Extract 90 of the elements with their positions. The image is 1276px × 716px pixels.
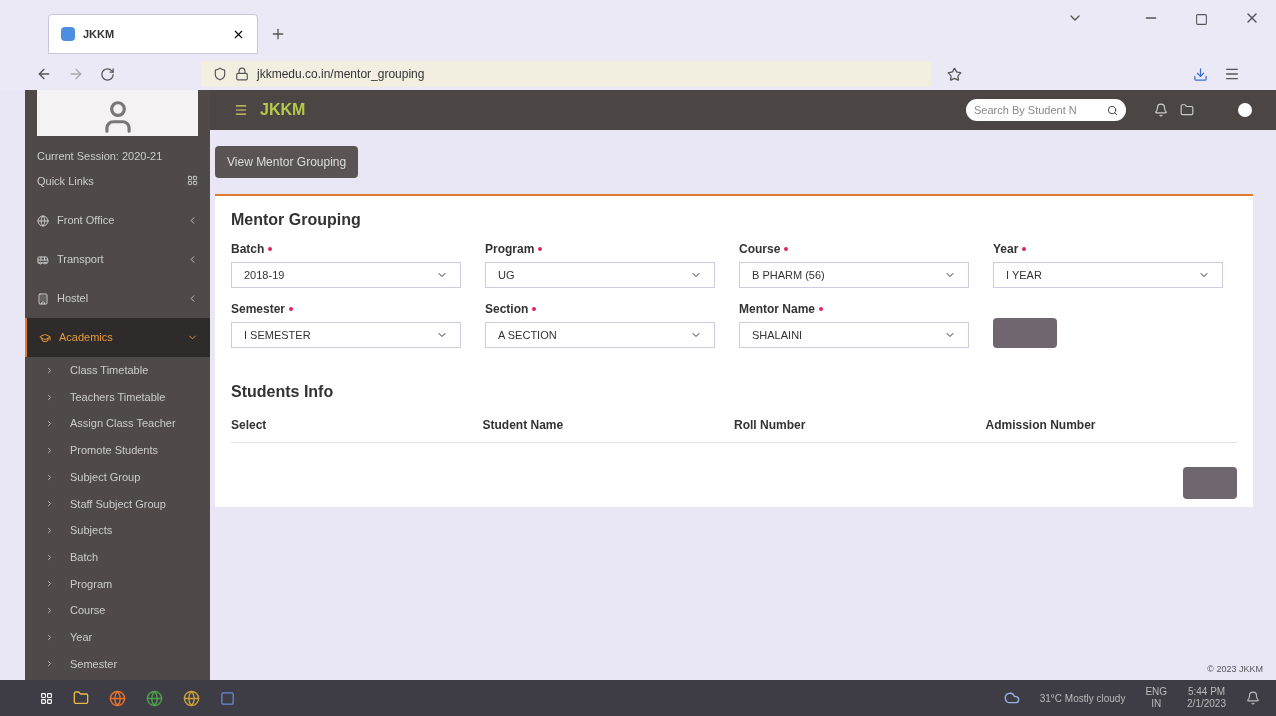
sidebar-subitem[interactable]: Class Timetable <box>25 357 210 384</box>
browser-icon[interactable] <box>146 689 163 707</box>
field-label: Program <box>485 241 535 258</box>
sidebar-subitem[interactable]: Subjects <box>25 517 210 544</box>
column-header: Roll Number <box>734 417 807 434</box>
sidebar-subitem[interactable]: Program <box>25 570 210 598</box>
column-header: Admission Number <box>985 417 1097 434</box>
select-field[interactable]: UG <box>485 262 715 288</box>
sidebar-subitem[interactable]: Promote Students <box>25 437 210 464</box>
lock-icon <box>235 67 249 81</box>
tab-title: JKKM <box>83 26 116 42</box>
new-tab-icon[interactable] <box>270 26 286 42</box>
chevron-right-icon <box>45 659 54 669</box>
clock-date: 2/1/2023 <box>1187 698 1226 711</box>
column-header: Select <box>231 417 268 434</box>
chevron-right-icon <box>45 552 54 562</box>
browser-icon[interactable] <box>183 689 200 707</box>
field-label: Year <box>993 241 1019 258</box>
shield-icon <box>213 67 227 81</box>
select-field[interactable]: A SECTION <box>485 322 715 348</box>
menu-icon[interactable] <box>234 103 248 117</box>
clock-time: 5:44 PM <box>1187 685 1226 698</box>
graduation-cap-icon <box>39 331 51 344</box>
sidebar-item[interactable]: Hostel <box>25 279 210 318</box>
search-field[interactable]: Search By Student N <box>966 99 1126 121</box>
user-avatar[interactable] <box>1238 103 1252 117</box>
download-icon[interactable] <box>1193 66 1208 82</box>
sidebar-subitem[interactable]: Course <box>25 597 210 624</box>
sidebar-subitem[interactable]: Teachers Timetable <box>25 383 210 411</box>
sidebar-item[interactable]: Transport <box>25 240 210 279</box>
cloud-icon <box>1003 690 1020 706</box>
form-title: Mentor Grouping <box>231 210 362 230</box>
chevron-right-icon <box>45 419 54 429</box>
sidebar-subitem[interactable]: Assign Class Teacher <box>25 410 210 438</box>
folder-icon[interactable] <box>73 690 89 706</box>
sidebar-item[interactable]: Academics <box>25 318 210 357</box>
chevron-right-icon <box>45 606 54 616</box>
chevron-right-icon <box>45 499 54 509</box>
weather-text: 31°C Mostly cloudy <box>1039 691 1126 706</box>
browser-tab[interactable]: JKKM <box>48 14 258 54</box>
quick-links-text: Quick Links <box>37 173 94 189</box>
view-mentor-grouping-button[interactable]: View Mentor Grouping <box>215 146 359 178</box>
app-icon[interactable] <box>220 690 235 706</box>
language-text: IN <box>1151 698 1162 711</box>
menu-icon[interactable] <box>1224 66 1240 82</box>
select-field[interactable]: 2018-19 <box>231 262 461 288</box>
field-label: Batch <box>231 241 265 258</box>
globe-icon <box>37 214 49 227</box>
chevron-right-icon <box>45 445 54 455</box>
page-favicon <box>61 27 75 41</box>
chevron-right-icon <box>45 579 54 589</box>
select-field[interactable]: B PHARM (56) <box>739 262 969 288</box>
browser-icon[interactable] <box>109 689 126 707</box>
chevron-right-icon <box>45 365 54 375</box>
chevron-right-icon <box>45 632 54 642</box>
select-field[interactable]: I YEAR <box>993 262 1223 288</box>
field-label: Section <box>485 301 529 318</box>
maximize-icon[interactable] <box>1195 13 1208 26</box>
notification-icon[interactable] <box>1246 691 1260 705</box>
language-text: ENG <box>1145 685 1168 698</box>
column-header: Student Name <box>482 417 565 434</box>
chevron-right-icon <box>45 392 54 402</box>
sidebar-subitem[interactable]: Semester <box>25 650 210 678</box>
chevron-right-icon <box>45 525 54 535</box>
select-field[interactable]: I SEMESTER <box>231 322 461 348</box>
folder-icon[interactable] <box>1180 103 1194 117</box>
sidebar-subitem[interactable]: Batch <box>25 543 210 571</box>
bus-icon <box>37 253 49 266</box>
field-label: Mentor Name <box>739 301 815 318</box>
bell-icon[interactable] <box>1154 103 1168 117</box>
field-label: Course <box>739 241 781 258</box>
grid-icon[interactable] <box>187 175 198 187</box>
sidebar-item[interactable]: Front Office <box>25 201 210 240</box>
field-label: Semester <box>231 301 286 318</box>
search-icon <box>1107 104 1118 116</box>
footer-text: © 2023 JKKM <box>1207 662 1264 676</box>
chevron-right-icon <box>45 472 54 482</box>
sidebar-subitem[interactable]: Staff Subject Group <box>25 490 210 518</box>
bookmark-star-icon[interactable] <box>947 66 962 82</box>
select-field[interactable]: SHALAINI <box>739 322 969 348</box>
brand-title: JKKM <box>260 100 306 120</box>
session-text: Current Session: 2020-21 <box>37 149 164 164</box>
back-icon[interactable] <box>36 66 52 82</box>
reload-icon[interactable] <box>100 66 115 82</box>
building-icon <box>37 292 49 305</box>
sidebar-subitem[interactable]: Year <box>25 623 210 651</box>
start-icon[interactable] <box>40 691 53 705</box>
address-bar[interactable]: jkkmedu.co.in/mentor_grouping <box>201 61 931 87</box>
section-title: Students Info <box>231 382 335 402</box>
sidebar-subitem[interactable]: Subject Group <box>25 463 210 491</box>
